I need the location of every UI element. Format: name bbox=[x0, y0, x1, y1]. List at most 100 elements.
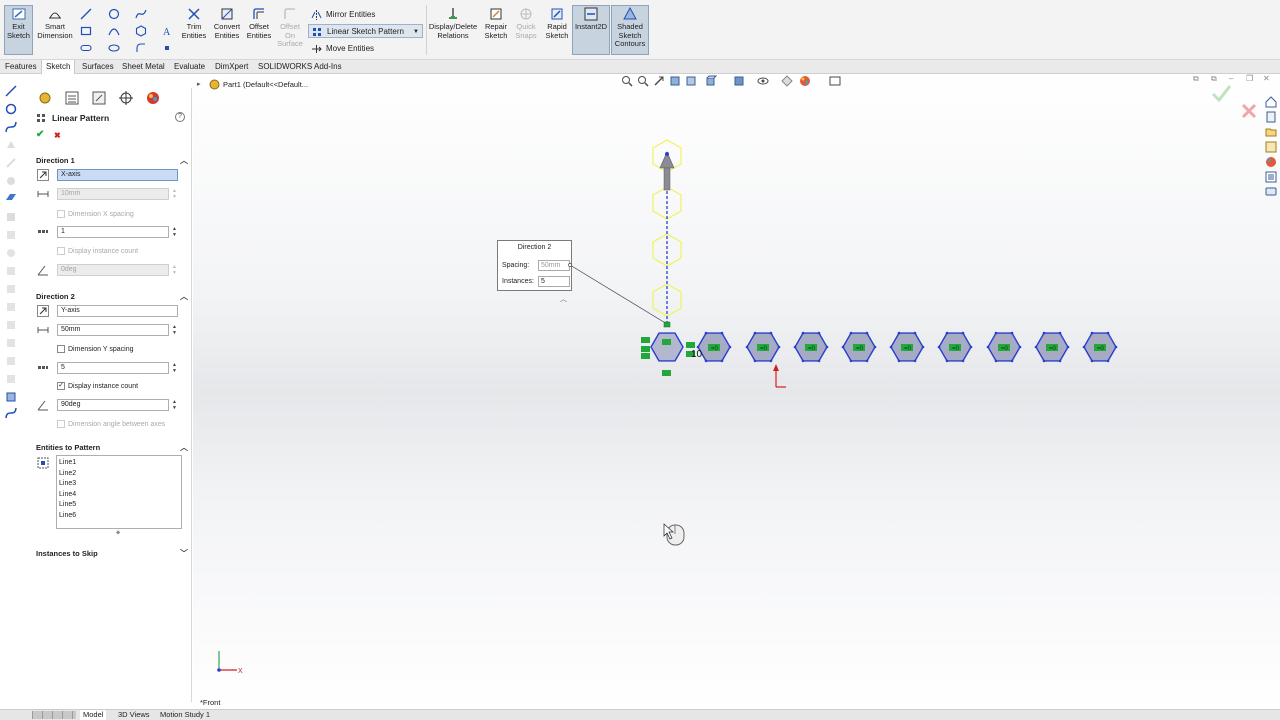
polygon-icon[interactable] bbox=[135, 25, 147, 37]
shaded-sketch-contours-button[interactable]: Shaded Sketch Contours bbox=[611, 5, 649, 55]
tab-dimxpert[interactable]: DimXpert bbox=[211, 60, 252, 74]
line-icon[interactable] bbox=[80, 8, 92, 20]
list-item[interactable]: Line5 bbox=[59, 500, 179, 511]
display-delete-relations-button[interactable]: Display/Delete Relations bbox=[428, 6, 478, 40]
property-manager-tab-icon[interactable] bbox=[64, 90, 80, 106]
entities-list[interactable]: Line1 Line2 Line3 Line4 Line5 Line6 bbox=[56, 455, 182, 529]
curve-tool-icon[interactable] bbox=[4, 120, 18, 134]
move-entities-button[interactable]: Move Entities bbox=[308, 42, 423, 56]
rotate-tool-icon[interactable] bbox=[4, 102, 18, 116]
expand-icon[interactable]: ﹀ bbox=[180, 548, 188, 559]
collapse-icon[interactable]: ︿ bbox=[180, 291, 188, 302]
dimension-angle-checkbox[interactable]: Dimension angle between axes bbox=[57, 420, 165, 429]
property-manager: Linear Pattern ? ✔ ✖ Direction 1 ︿ X-axi… bbox=[30, 88, 192, 702]
list-item[interactable]: Line3 bbox=[59, 479, 179, 490]
rectangle-icon[interactable] bbox=[80, 25, 92, 37]
cancel-icon[interactable]: ✖ bbox=[54, 131, 61, 140]
rapid-sketch-button[interactable]: Rapid Sketch bbox=[543, 6, 571, 40]
vertex-point bbox=[969, 345, 973, 349]
disabled-tool-icon bbox=[7, 357, 15, 365]
direction1-axis-field[interactable]: X-axis bbox=[57, 169, 178, 181]
spinner-icon[interactable]: ▲ ▼ bbox=[172, 226, 178, 238]
help-icon[interactable]: ? bbox=[175, 112, 185, 122]
direction1-instances-field[interactable]: 1 bbox=[57, 226, 169, 238]
direction1-angle-field[interactable]: 0deg bbox=[57, 264, 169, 276]
offset-on-surface-button[interactable]: Offset On Surface bbox=[276, 6, 304, 49]
list-item[interactable]: Line6 bbox=[59, 511, 179, 522]
list-item[interactable]: Line4 bbox=[59, 490, 179, 501]
tab-sketch[interactable]: Sketch bbox=[41, 60, 76, 74]
dimension-x-spacing-checkbox[interactable]: Dimension X spacing bbox=[57, 210, 134, 219]
ok-icon[interactable]: ✔ bbox=[36, 129, 44, 140]
tab-motion-study-1[interactable]: Motion Study 1 bbox=[157, 710, 213, 720]
configuration-manager-tab-icon[interactable] bbox=[91, 90, 107, 106]
smart-dimension-button[interactable]: Smart Dimension bbox=[36, 6, 74, 40]
collapse-icon[interactable]: ︿ bbox=[180, 442, 188, 453]
exit-sketch-button[interactable]: Exit Sketch bbox=[4, 5, 33, 55]
sketch-tool-icon[interactable] bbox=[4, 84, 18, 98]
ellipse-icon[interactable] bbox=[108, 42, 120, 54]
linear-sketch-pattern-button[interactable]: Linear Sketch Pattern ▼ bbox=[308, 24, 423, 38]
circle-icon[interactable] bbox=[108, 8, 120, 20]
feature-manager-tab-icon[interactable] bbox=[37, 90, 53, 106]
point-icon[interactable] bbox=[161, 42, 173, 54]
direction2-endpoint[interactable] bbox=[665, 152, 669, 156]
offset-entities-button[interactable]: Offset Entities bbox=[245, 6, 273, 40]
plane-tool-icon[interactable] bbox=[4, 190, 18, 204]
seed-hexagon[interactable] bbox=[650, 332, 684, 362]
tab-surfaces[interactable]: Surfaces bbox=[78, 60, 118, 74]
vertex-point bbox=[1034, 345, 1038, 349]
spline-icon[interactable] bbox=[135, 8, 147, 20]
list-item[interactable]: Line1 bbox=[59, 458, 179, 469]
direction1-header[interactable]: Direction 1 ︿ bbox=[36, 156, 188, 165]
spline-tool-icon[interactable] bbox=[4, 406, 18, 420]
list-item[interactable]: Line2 bbox=[59, 469, 179, 480]
tab-evaluate[interactable]: Evaluate bbox=[170, 60, 209, 74]
direction-arrow-icon[interactable] bbox=[37, 305, 49, 317]
tab-model[interactable]: Model bbox=[80, 710, 107, 720]
direction1-spacing-field[interactable]: 10mm bbox=[57, 188, 169, 200]
pattern-dropdown-icon[interactable]: ▼ bbox=[413, 25, 419, 39]
spinner-icon[interactable]: ▲ ▼ bbox=[172, 362, 178, 374]
direction2-axis-field[interactable]: Y-axis bbox=[57, 305, 178, 317]
direction2-anchor-point[interactable] bbox=[663, 321, 671, 328]
spinner-icon[interactable]: ▲ ▼ bbox=[172, 324, 178, 336]
instances-to-skip-header[interactable]: Instances to Skip ﹀ bbox=[36, 549, 188, 558]
tab-3d-views[interactable]: 3D Views bbox=[115, 710, 153, 720]
display-instance-count-checkbox-2[interactable]: ✓ Display instance count bbox=[57, 382, 138, 391]
mirror-entities-button[interactable]: Mirror Entities bbox=[308, 8, 423, 22]
direction2-instances-field[interactable]: 5 bbox=[57, 362, 169, 374]
dimxpert-manager-tab-icon[interactable] bbox=[118, 90, 134, 106]
entities-to-pattern-header[interactable]: Entities to Pattern ︿ bbox=[36, 443, 188, 452]
relation-tool-icon[interactable] bbox=[4, 390, 18, 404]
vertex-point bbox=[704, 331, 708, 335]
trim-entities-button[interactable]: Trim Entities bbox=[180, 6, 208, 40]
repair-sketch-button[interactable]: Repair Sketch bbox=[482, 6, 510, 40]
instant2d-icon bbox=[584, 7, 598, 21]
fillet-icon[interactable] bbox=[135, 42, 147, 54]
display-manager-tab-icon[interactable] bbox=[145, 90, 161, 106]
graphics-area[interactable]: ▸ Part1 (Default<<Default... ⧉ ⧉ – ❐ ✕ D… bbox=[193, 74, 1280, 710]
instant2d-button[interactable]: Instant2D bbox=[572, 5, 610, 55]
tab-sheet-metal[interactable]: Sheet Metal bbox=[118, 60, 169, 74]
list-resize-handle[interactable]: ⬥ bbox=[116, 530, 120, 537]
direction2-header[interactable]: Direction 2 ︿ bbox=[36, 292, 188, 301]
direction2-arrow-shaft[interactable] bbox=[663, 167, 671, 191]
tab-scroll-buttons[interactable] bbox=[32, 711, 76, 719]
tab-features[interactable]: Features bbox=[1, 60, 41, 74]
text-icon[interactable]: A bbox=[161, 25, 173, 37]
display-instance-count-checkbox-1[interactable]: Display instance count bbox=[57, 247, 138, 256]
vertex-point bbox=[769, 331, 773, 335]
spinner-icon[interactable]: ▲ ▼ bbox=[172, 399, 178, 411]
dimension-y-spacing-checkbox[interactable]: Dimension Y spacing bbox=[57, 345, 134, 354]
slot-icon[interactable] bbox=[80, 42, 92, 54]
collapse-icon[interactable]: ︿ bbox=[180, 155, 188, 166]
tab-solidworks-addins[interactable]: SOLIDWORKS Add-Ins bbox=[254, 60, 346, 74]
vertex-point bbox=[753, 331, 757, 335]
direction2-spacing-field[interactable]: 50mm bbox=[57, 324, 169, 336]
direction-arrow-icon[interactable] bbox=[37, 169, 49, 181]
quick-snaps-button[interactable]: Quick Snaps bbox=[513, 6, 539, 40]
direction2-angle-field[interactable]: 90deg bbox=[57, 399, 169, 411]
arc-icon[interactable] bbox=[108, 25, 120, 37]
convert-entities-button[interactable]: Convert Entities bbox=[211, 6, 243, 40]
